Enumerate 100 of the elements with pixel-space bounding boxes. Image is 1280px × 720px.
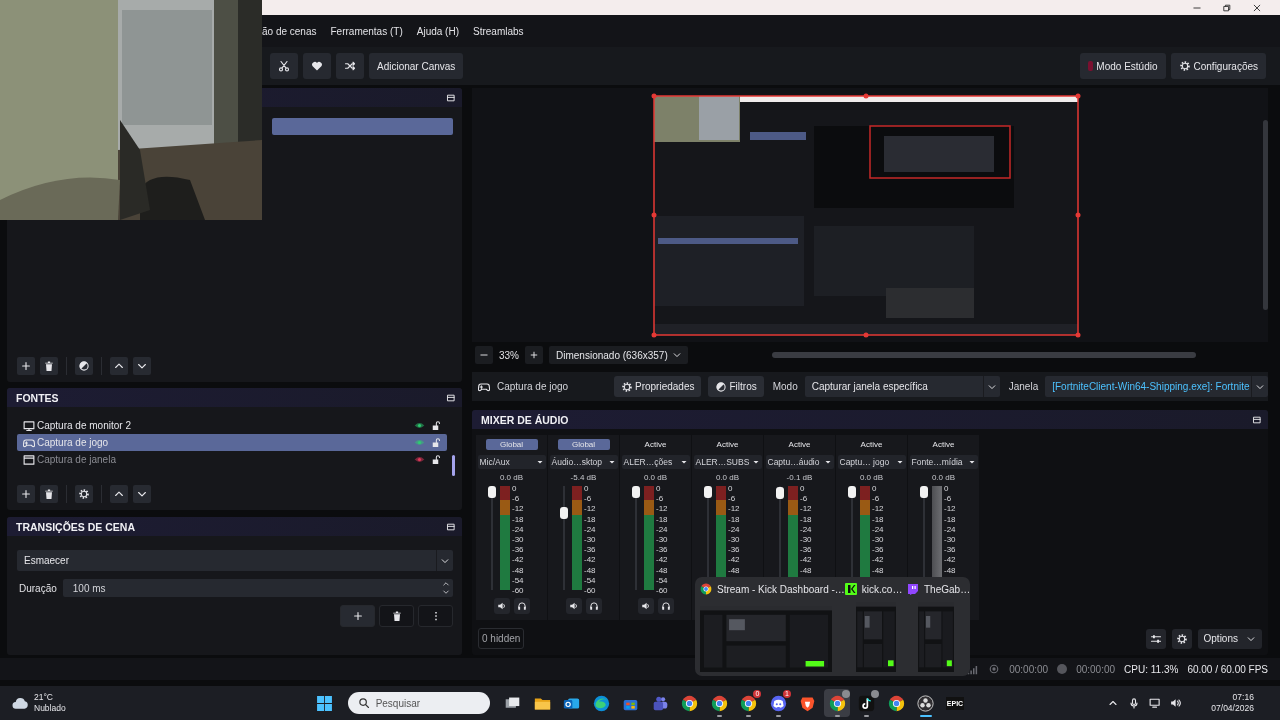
window-title[interactable]: TheGab… [924,583,971,595]
scale-label: -30 [584,535,596,544]
mode-dropdown[interactable]: Capturar janela específica [804,376,1000,397]
channel-dropdown[interactable]: Mic/Aux [477,455,546,469]
channel-dropdown[interactable]: ALER…ções [621,455,690,469]
window-title[interactable]: Stream - Kick Dashboard -… [717,583,845,595]
slider-thumb[interactable] [776,486,784,499]
scale-label: 0 [872,484,877,493]
cpu-usage: CPU: 11.3% [1124,663,1179,675]
slider-thumb[interactable] [704,486,712,498]
hidden-count[interactable]: 0 hidden [478,628,525,649]
scale-label: -60 [584,586,596,595]
volume-slider[interactable] [632,486,640,590]
move-up-button[interactable] [110,357,128,375]
studio-mode-button[interactable]: Modo Estúdio [1080,53,1166,79]
add-button[interactable] [17,485,35,503]
plus-icon [529,350,539,360]
scale-label: -36 [656,545,668,555]
scale-label: -18 [728,514,740,524]
source-row[interactable]: Captura de monitor 2 [17,417,447,434]
scale-label: -24 [512,524,524,534]
scale-label: -36 [944,545,956,555]
move-down-button[interactable] [133,485,151,503]
menu-item[interactable]: Ferramentas (T) [330,25,403,37]
delete-button[interactable] [379,605,414,627]
slider-thumb[interactable] [920,486,928,498]
zoom-in-button[interactable] [525,346,543,364]
mixer-settings-button[interactable] [1145,628,1166,649]
unlock-icon[interactable] [430,420,441,431]
gamepad-icon [478,380,490,393]
move-up-button[interactable] [110,485,128,503]
unlock-icon[interactable] [430,454,441,465]
filter-button[interactable] [75,357,93,375]
scale-label: -30 [800,535,812,544]
move-down-button[interactable] [133,357,151,375]
slider-thumb[interactable] [560,507,568,520]
heart-icon [311,60,323,72]
window-dropdown[interactable]: [FortniteClient-Win64-Shipping.exe]: Fortnite [1045,376,1268,397]
channel-dropdown[interactable]: Captu…áudio [765,455,834,469]
volume-reading: 0.0 dB [643,473,668,482]
people-icon [651,694,669,712]
monitor-button[interactable] [513,598,530,614]
mute-button[interactable] [493,598,510,614]
menu-item[interactable]: Ajuda (H) [416,25,459,37]
channel-tag: Active [629,439,682,450]
add-canvas-button[interactable]: Adicionar Canvas [369,53,464,79]
scale-label: 0 [656,484,661,493]
monitor-button[interactable] [657,598,674,614]
channel-dropdown[interactable]: Áudio…sktop [549,455,618,469]
delete-button[interactable] [40,485,58,503]
scrollbar[interactable] [452,455,455,476]
scale-dropdown[interactable]: Dimensionado (636x357) [549,346,688,364]
settings-button[interactable] [75,485,93,503]
add-button[interactable] [340,605,375,627]
duration-field[interactable]: 100 ms [62,579,453,597]
mute-button[interactable] [637,598,654,614]
circle-icon [917,694,934,712]
mute-button[interactable] [565,598,582,614]
tool-button[interactable] [270,53,298,79]
add-button[interactable] [17,357,35,375]
slider-thumb[interactable] [488,486,496,498]
volume-slider[interactable] [488,486,496,590]
caret-icon [535,458,544,466]
scrollbar[interactable] [772,352,1196,358]
slider-thumb[interactable] [848,486,856,498]
scale-label: -42 [872,555,884,565]
menu-item[interactable]: ão de cenas [262,25,317,37]
scale-label: -48 [512,565,524,575]
settings-button[interactable] [1171,628,1192,649]
transition-dropdown[interactable]: Esmaecer [17,550,453,571]
delete-button[interactable] [40,357,58,375]
source-row[interactable]: Captura de janela [17,451,447,468]
scale-label: -42 [944,555,956,565]
menu-item[interactable]: Streamlabs [473,25,524,37]
scale-label: -42 [656,555,668,565]
monitor-button[interactable] [585,598,602,614]
tool-button[interactable] [336,53,364,79]
scale-label: -18 [944,514,956,524]
channel-dropdown[interactable]: ALER…SUBS [693,455,762,469]
collapse-icon [446,392,456,403]
zoom-level: 33% [499,349,519,361]
caret-icon [751,458,760,466]
window-title[interactable]: kick.co… [861,583,903,595]
filters-button[interactable]: Filtros [708,376,764,397]
eye-icon[interactable] [414,454,425,465]
channel-dropdown[interactable]: Fonte…mídia [909,455,978,469]
properties-button[interactable]: Propriedades [614,376,702,397]
channel-dropdown[interactable]: Captu… jogo [837,455,906,469]
scrollbar[interactable] [1263,120,1268,310]
scale-label: 0 [800,484,805,493]
taskbar-button[interactable] [824,689,850,717]
zoom-out-button[interactable] [475,346,493,364]
eye-icon[interactable] [414,420,425,431]
tool-button[interactable] [303,53,331,79]
slider-thumb[interactable] [632,486,640,498]
search-field[interactable]: Pesquisar [347,692,490,714]
chat-bubble-icon [907,583,919,595]
record-time: 00:00:00 [1076,663,1116,675]
options-button[interactable]: Options [1197,628,1262,649]
settings-button[interactable]: Configurações [1170,53,1266,79]
